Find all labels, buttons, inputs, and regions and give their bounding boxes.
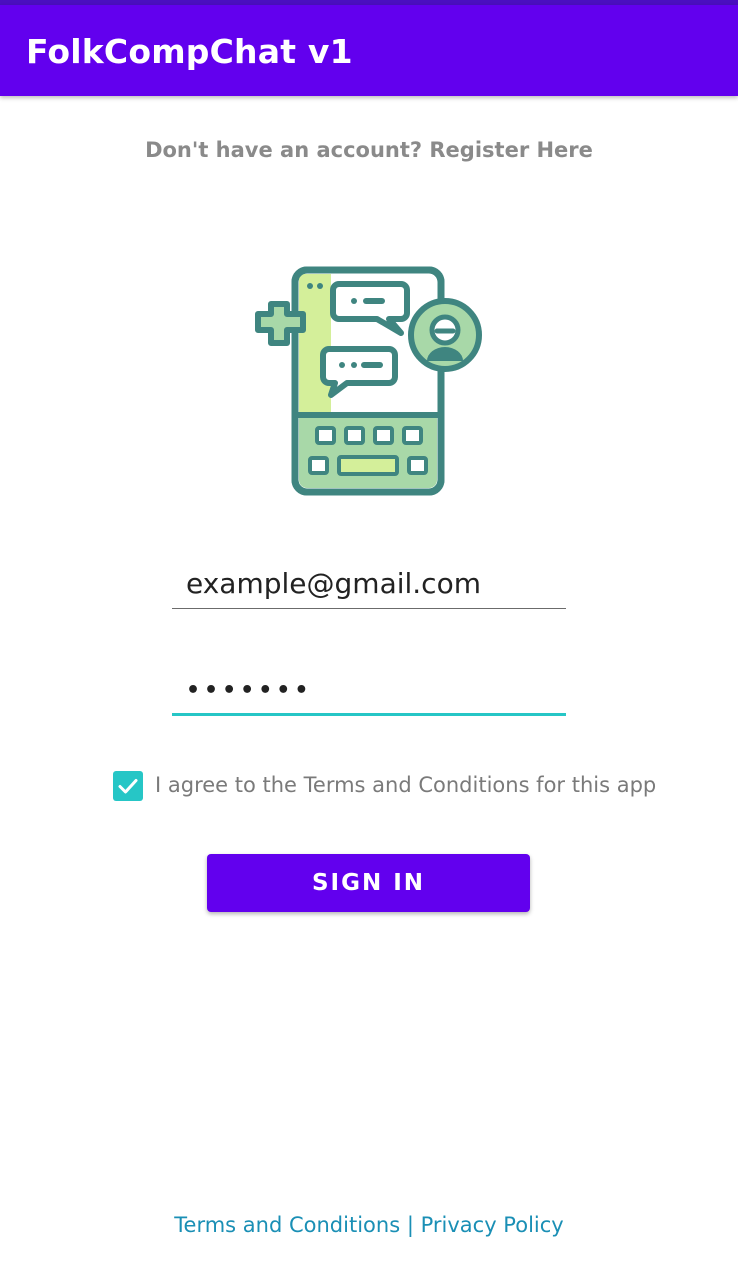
password-field[interactable]: ••••••• — [172, 668, 566, 716]
privacy-policy-link[interactable]: Privacy Policy — [421, 1213, 564, 1237]
register-link[interactable]: Don't have an account? Register Here — [0, 138, 738, 162]
checkmark-icon — [118, 779, 138, 794]
terms-checkbox[interactable] — [113, 771, 143, 801]
chat-phone-icon — [253, 265, 485, 497]
footer-separator: | — [406, 1213, 414, 1237]
footer-links: Terms and Conditions | Privacy Policy — [0, 1213, 738, 1237]
terms-and-conditions-link[interactable]: Terms and Conditions — [174, 1213, 400, 1237]
sign-in-button[interactable]: SIGN IN — [207, 854, 530, 912]
terms-checkbox-label: I agree to the Terms and Conditions for … — [155, 773, 657, 797]
password-value: ••••••• — [186, 678, 313, 703]
app-bar: FolkCompChat v1 — [0, 5, 738, 96]
app-title: FolkCompChat v1 — [26, 32, 353, 71]
email-value: example@gmail.com — [186, 567, 481, 600]
email-field[interactable]: example@gmail.com — [172, 560, 566, 609]
